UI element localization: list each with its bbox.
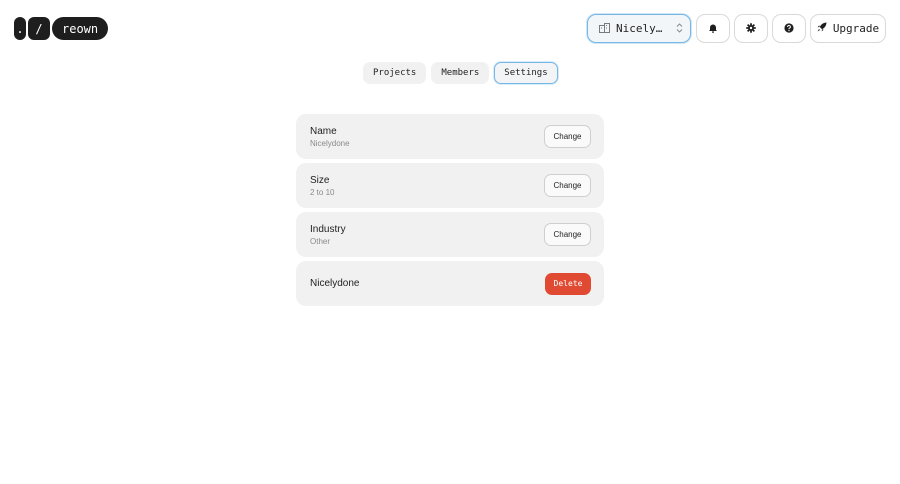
organization-name-label: Nicelydone [310,278,360,289]
setting-row-industry: Industry Other Change [296,212,604,257]
setting-value: Nicelydone [310,138,350,148]
logo-slash: / [28,17,50,40]
change-size-button[interactable]: Change [544,174,591,197]
rocket-icon [817,22,827,35]
delete-organization-button[interactable]: Delete [545,272,591,295]
setting-value: 2 to 10 [310,187,335,197]
chevron-updown-icon [676,20,683,38]
organization-settings: Name Nicelydone Change Size 2 to 10 Chan… [296,114,604,306]
help-icon [784,20,794,38]
setting-label: Name [310,125,337,137]
change-industry-button[interactable]: Change [544,223,591,246]
help-button[interactable] [772,14,806,43]
notifications-button[interactable] [696,14,730,43]
organization-name: Nicelydone [616,22,666,35]
reown-logo[interactable]: . / reown [14,17,109,40]
tab-projects[interactable]: Projects [363,62,427,84]
upgrade-label: Upgrade [832,22,880,35]
logo-wordmark: reown [52,17,109,40]
setting-label: Size [310,174,330,186]
organization-select[interactable]: Nicelydone [587,14,691,43]
setting-row-size: Size 2 to 10 Change [296,163,604,208]
logo-dot: . [14,17,26,40]
tab-settings[interactable]: Settings [494,62,558,84]
change-name-button[interactable]: Change [544,125,591,148]
settings-button[interactable] [734,14,768,43]
gear-icon [746,20,756,38]
building-icon [599,20,610,38]
delete-organization-row: Nicelydone Delete [296,261,604,306]
setting-row-name: Name Nicelydone Change [296,114,604,159]
bell-icon [708,20,718,38]
setting-value: Other [310,236,331,246]
tab-members[interactable]: Members [431,62,490,84]
upgrade-button[interactable]: Upgrade [810,14,886,43]
tab-bar: Projects Members Settings [363,62,558,84]
setting-label: Industry [310,223,346,235]
